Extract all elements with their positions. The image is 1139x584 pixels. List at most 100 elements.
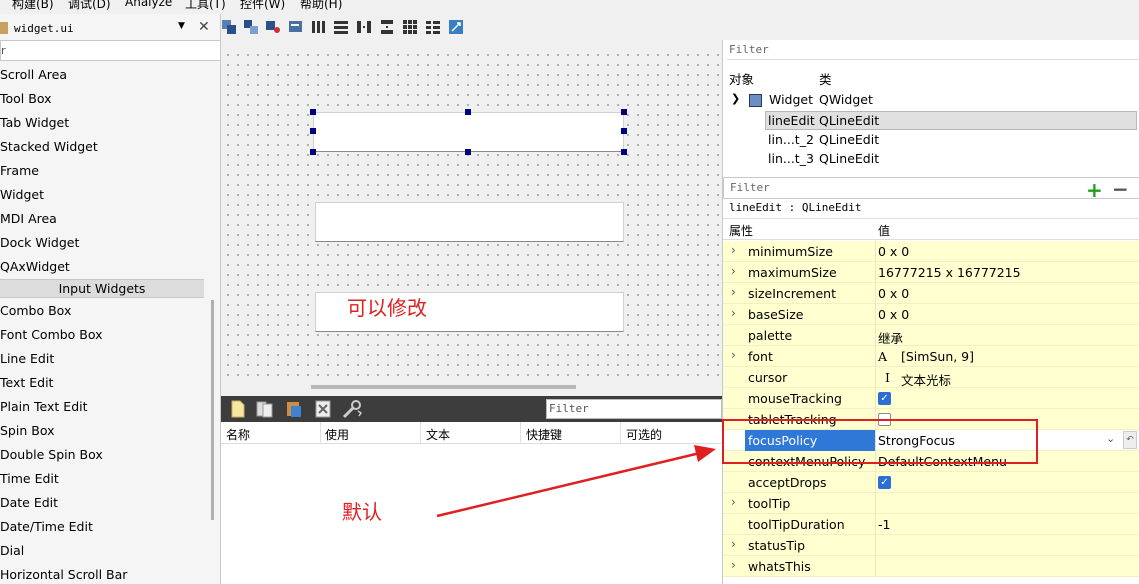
resize-handle[interactable]: [465, 109, 471, 115]
paste-action-icon[interactable]: [285, 400, 303, 418]
widget-item-datetime-edit[interactable]: Date/Time Edit: [0, 519, 93, 534]
close-icon[interactable]: ✕: [198, 19, 210, 35]
chevron-right-icon[interactable]: ›: [731, 495, 736, 509]
configure-icon[interactable]: [341, 399, 363, 419]
edit-buddies-icon[interactable]: [265, 19, 281, 35]
chevron-down-icon[interactable]: ⌄: [1106, 432, 1115, 445]
prop-row-statustip[interactable]: › statusTip: [723, 535, 1139, 556]
menu-build[interactable]: 构建(B): [12, 0, 54, 12]
resize-handle[interactable]: [310, 149, 316, 155]
file-selector[interactable]: widget.ui ▼ ✕: [0, 18, 221, 40]
widget-box-scrollbar[interactable]: [211, 300, 214, 520]
prop-value[interactable]: 0 x 0: [878, 244, 909, 259]
chevron-right-icon[interactable]: ›: [731, 264, 736, 278]
widget-item-font-combo-box[interactable]: Font Combo Box: [0, 327, 103, 342]
layout-v-splitter-icon[interactable]: [379, 19, 395, 35]
prop-value[interactable]: 0 x 0: [878, 286, 909, 301]
menu-debug[interactable]: 调试(D): [68, 0, 111, 12]
widget-item-frame[interactable]: Frame: [0, 163, 39, 178]
edit-widgets-icon[interactable]: [221, 19, 237, 35]
widget-item-tab-widget[interactable]: Tab Widget: [0, 115, 69, 130]
prop-row-mousetracking[interactable]: mouseTracking ✓: [723, 388, 1139, 409]
prop-row-tooltip[interactable]: › toolTip: [723, 493, 1139, 514]
widget-item-stacked-widget[interactable]: Stacked Widget: [0, 139, 98, 154]
widget-item-mdi-area[interactable]: MDI Area: [0, 211, 57, 226]
widget-item-double-spin-box[interactable]: Double Spin Box: [0, 447, 103, 462]
layout-form-icon[interactable]: [425, 19, 441, 35]
chevron-right-icon[interactable]: ›: [731, 243, 736, 257]
resize-handle[interactable]: [310, 128, 316, 134]
line-edit-selected[interactable]: [313, 112, 624, 152]
tree-row-widget[interactable]: ❯ Widget QWidget: [723, 91, 1139, 110]
add-property-icon[interactable]: +: [1086, 178, 1103, 202]
chevron-right-icon[interactable]: ›: [731, 285, 736, 299]
widget-item-combo-box[interactable]: Combo Box: [0, 303, 71, 318]
prop-value[interactable]: [SimSun, 9]: [901, 349, 974, 364]
remove-property-icon[interactable]: −: [1112, 177, 1129, 201]
resize-handle[interactable]: [310, 109, 316, 115]
col-text[interactable]: 文本: [426, 426, 450, 443]
prop-row-tooltipduration[interactable]: toolTipDuration -1: [723, 514, 1139, 535]
prop-value[interactable]: 0 x 0: [878, 307, 909, 322]
tree-row-lineedit-selected[interactable]: lineEdit QLineEdit: [765, 111, 1137, 130]
form-canvas[interactable]: [223, 50, 720, 380]
tree-row-lineedit-3[interactable]: lin...t_3 QLineEdit: [723, 150, 1139, 169]
widget-filter-input[interactable]: r: [0, 40, 221, 61]
canvas-hscrollbar[interactable]: [311, 385, 576, 389]
col-used[interactable]: 使用: [325, 426, 349, 443]
col-property[interactable]: 属性: [729, 222, 753, 239]
menu-analyze[interactable]: Analyze: [125, 0, 172, 9]
widget-item-dock-widget[interactable]: Dock Widget: [0, 235, 79, 250]
prop-row-minimumsize[interactable]: › minimumSize 0 x 0: [723, 241, 1139, 262]
prop-value[interactable]: 16777215 x 16777215: [878, 265, 1021, 280]
chevron-down-icon[interactable]: ▼: [178, 21, 185, 31]
prop-row-whatsthis[interactable]: › whatsThis: [723, 556, 1139, 577]
prop-value[interactable]: 文本光标: [901, 370, 951, 389]
prop-value[interactable]: -1: [878, 517, 890, 532]
resize-handle[interactable]: [465, 149, 471, 155]
prop-row-cursor[interactable]: cursor I 文本光标: [723, 367, 1139, 388]
action-filter-input[interactable]: Filter: [546, 399, 722, 419]
widget-item-text-edit[interactable]: Text Edit: [0, 375, 53, 390]
menu-help[interactable]: 帮助(H): [300, 0, 342, 12]
prop-value[interactable]: 继承: [878, 328, 903, 347]
widget-item-scroll-area[interactable]: Scroll Area: [0, 67, 67, 82]
delete-action-icon[interactable]: [315, 400, 331, 418]
chevron-down-icon[interactable]: ❯: [731, 92, 740, 105]
prop-row-basesize[interactable]: › baseSize 0 x 0: [723, 304, 1139, 325]
col-name[interactable]: 名称: [226, 426, 250, 443]
col-shortcut[interactable]: 快捷键: [526, 426, 562, 443]
widget-item-tool-box[interactable]: Tool Box: [0, 91, 52, 106]
object-filter-input[interactable]: Filter: [727, 40, 1139, 60]
widget-item-plain-text-edit[interactable]: Plain Text Edit: [0, 399, 88, 414]
layout-horizontal-icon[interactable]: [311, 19, 327, 35]
widget-item-spin-box[interactable]: Spin Box: [0, 423, 54, 438]
adjust-size-icon[interactable]: [448, 19, 464, 35]
copy-action-icon[interactable]: [256, 400, 274, 418]
resize-handle[interactable]: [621, 128, 627, 134]
widget-item-line-edit[interactable]: Line Edit: [0, 351, 54, 366]
widget-item-date-edit[interactable]: Date Edit: [0, 495, 58, 510]
chevron-right-icon[interactable]: ›: [731, 537, 736, 551]
line-edit-2[interactable]: [315, 202, 624, 242]
widget-item-time-edit[interactable]: Time Edit: [0, 471, 59, 486]
prop-row-acceptdrops[interactable]: acceptDrops ✓: [723, 472, 1139, 493]
layout-h-splitter-icon[interactable]: [356, 19, 372, 35]
chevron-right-icon[interactable]: ›: [731, 306, 736, 320]
widget-item-horizontal-scroll-bar[interactable]: Horizontal Scroll Bar: [0, 567, 127, 582]
resize-handle[interactable]: [621, 109, 627, 115]
edit-signals-icon[interactable]: [243, 19, 259, 35]
edit-tab-order-icon[interactable]: [288, 19, 304, 35]
col-checkable[interactable]: 可选的: [626, 426, 662, 443]
category-input-widgets[interactable]: Input Widgets: [0, 279, 204, 298]
chevron-right-icon[interactable]: ›: [731, 348, 736, 362]
checkbox-checked[interactable]: ✓: [878, 476, 891, 489]
widget-item-widget[interactable]: Widget: [0, 187, 44, 202]
col-object[interactable]: 对象: [729, 69, 754, 88]
col-class[interactable]: 类: [819, 69, 832, 88]
prop-row-font[interactable]: › font A [SimSun, 9]: [723, 346, 1139, 367]
prop-row-palette[interactable]: palette 继承: [723, 325, 1139, 346]
layout-vertical-icon[interactable]: [333, 19, 349, 35]
resize-handle[interactable]: [621, 149, 627, 155]
menu-tools[interactable]: 工具(T): [185, 0, 226, 12]
